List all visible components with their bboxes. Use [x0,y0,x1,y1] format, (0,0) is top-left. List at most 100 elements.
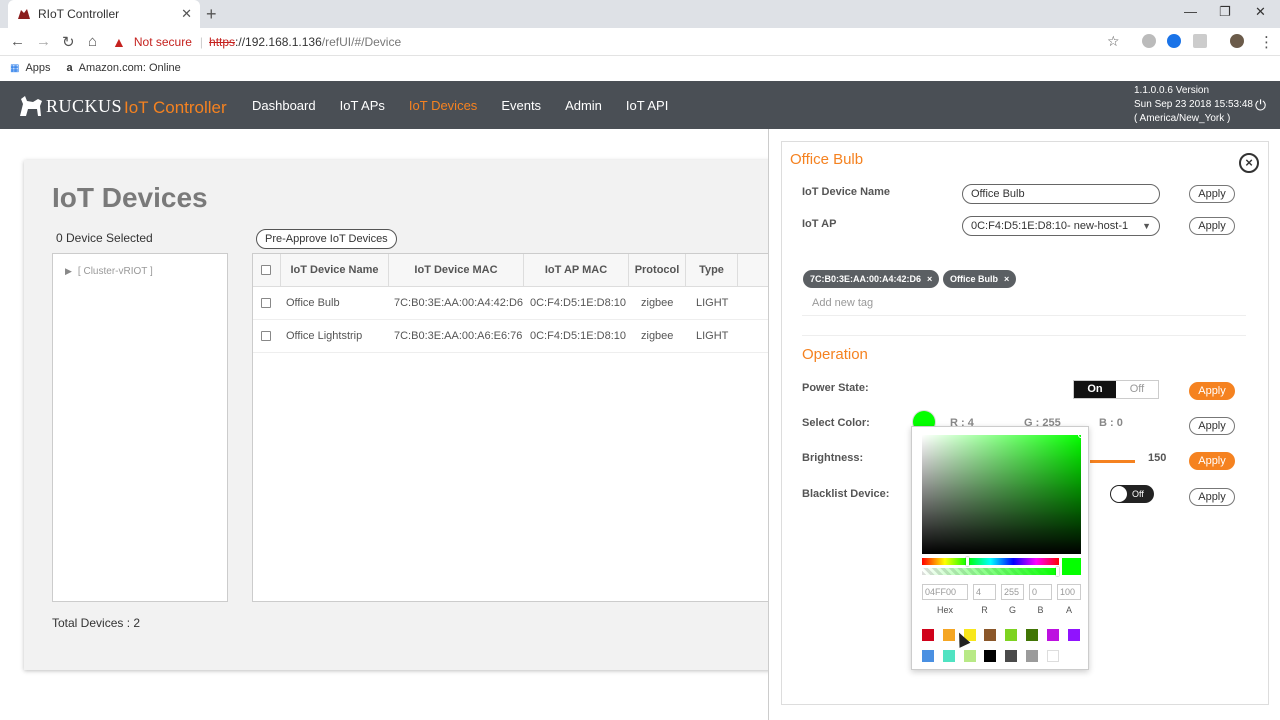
color-swatch[interactable] [984,629,997,641]
power-on-option[interactable]: On [1074,381,1116,398]
hue-slider[interactable] [922,557,1059,566]
reload-icon[interactable]: ↻ [62,33,75,51]
apply-power-button[interactable]: Apply [1189,382,1235,400]
blacklist-toggle[interactable]: Off [1110,485,1154,503]
color-swatch[interactable] [963,650,976,662]
bookmark-amazon[interactable]: a Amazon.com: Online [67,62,181,74]
protocol-cell: zigbee [641,330,674,342]
ruckus-logo[interactable]: RUCKUS [18,94,122,118]
apply-blacklist-button[interactable]: Apply [1189,488,1235,506]
bookmark-apps[interactable]: ▦ Apps [10,62,51,74]
apps-icon: ▦ [10,62,20,74]
hex-label: Hex [936,605,953,615]
alpha-handle[interactable] [1056,567,1059,576]
apply-name-button[interactable]: Apply [1189,185,1235,203]
pre-approve-button[interactable]: Pre-Approve IoT Devices [256,229,397,249]
close-panel-icon[interactable]: × [1239,153,1259,173]
home-icon[interactable]: ⌂ [88,33,97,50]
apply-ap-button[interactable]: Apply [1189,217,1235,235]
color-swatch[interactable] [984,650,997,662]
nav-iot-aps[interactable]: IoT APs [340,98,385,113]
b-input[interactable]: 0 [1029,584,1052,600]
browser-tab[interactable]: RIoT Controller ✕ [8,0,200,28]
extension-icon[interactable] [1142,34,1156,48]
new-tab-button[interactable]: + [206,4,217,25]
select-all-checkbox[interactable] [261,265,271,275]
profile-avatar-icon[interactable] [1230,34,1244,48]
color-swatch[interactable] [1046,650,1059,662]
restore-icon[interactable]: ❐ [1219,4,1231,20]
row-checkbox[interactable] [261,298,271,308]
hex-input[interactable]: 04FF00 [922,584,968,600]
r-input[interactable]: 4 [973,584,996,600]
brightness-slider-track[interactable] [1090,460,1135,463]
address-bar-row: ← → ↻ ⌂ ▲ Not secure | https ://192.168.… [0,28,1280,56]
table-row[interactable]: Office Bulb 7C:B0:3E:AA:00:A4:42:D6 0C:F… [253,287,785,320]
color-swatch[interactable] [942,650,955,662]
iot-ap-label: IoT AP [802,218,837,230]
sv-handle[interactable] [1078,432,1084,438]
bookmark-star-icon[interactable]: ☆ [1107,33,1120,50]
column-header[interactable]: IoT Device MAC [389,254,524,287]
power-toggle[interactable]: On Off [1073,380,1159,399]
color-preview [1062,558,1081,575]
color-swatch[interactable] [1005,650,1018,662]
device-mac-cell: 7C:B0:3E:AA:00:A6:E6:76 [394,330,523,342]
nav-iot-devices[interactable]: IoT Devices [409,98,477,113]
expand-triangle-icon[interactable]: ▶ [65,266,72,277]
tab-close-icon[interactable]: ✕ [181,6,192,22]
brightness-value: 150 [1148,452,1167,464]
column-header[interactable]: Type [686,254,738,287]
window-close-icon[interactable]: ✕ [1255,4,1266,20]
column-header[interactable]: IoT Device Name [281,254,389,287]
alpha-slider[interactable] [922,567,1059,576]
power-off-option[interactable]: Off [1116,381,1158,398]
color-swatch[interactable] [1026,650,1038,662]
nav-iot-api[interactable]: IoT API [626,98,668,113]
color-swatch[interactable] [1005,629,1018,641]
brightness-label: Brightness: [802,452,864,464]
extension-icon[interactable] [1193,34,1207,48]
ap-mac-cell: 0C:F4:D5:1E:D8:10 [530,330,626,342]
divider [802,315,1246,316]
apply-color-button[interactable]: Apply [1189,417,1235,435]
tag-remove-icon[interactable]: × [1004,274,1009,284]
apply-brightness-button[interactable]: Apply [1189,452,1235,470]
device-mac-cell: 7C:B0:3E:AA:00:A4:42:D6 [394,297,524,309]
forward-icon[interactable]: → [36,33,51,50]
color-swatch[interactable] [1046,629,1059,641]
security-label: Not secure [133,35,192,49]
amazon-icon: a [66,62,73,74]
color-picker-popup: 04FF00 4 255 0 100 Hex R G B A [911,426,1089,670]
row-checkbox[interactable] [261,331,271,341]
column-header[interactable]: Protocol [629,254,686,287]
tag-label: 7C:B0:3E:AA:00:A4:42:D6 [810,274,922,284]
a-input[interactable]: 100 [1057,584,1081,600]
nav-events[interactable]: Events [501,98,541,113]
color-swatch[interactable] [922,650,934,662]
tag-remove-icon[interactable]: × [927,274,932,284]
power-state-label: Power State: [802,382,869,394]
hue-handle[interactable] [966,557,969,566]
minimize-icon[interactable]: — [1184,4,1197,19]
color-swatch[interactable] [922,629,934,641]
device-name-input[interactable]: Office Bulb [962,184,1160,204]
url-field[interactable]: ▲ Not secure | https ://192.168.1.136 /r… [112,31,1132,53]
devices-table: IoT Device Name IoT Device MAC IoT AP MA… [252,253,785,602]
table-row[interactable]: Office Lightstrip 7C:B0:3E:AA:00:A6:E6:7… [253,320,785,353]
nav-dashboard[interactable]: Dashboard [252,98,316,113]
color-swatch[interactable] [1026,629,1038,641]
tree-item-cluster[interactable]: ▶ [ Cluster-vRIOT ] [65,266,153,277]
chrome-menu-icon[interactable]: ⋮ [1259,33,1274,51]
back-icon[interactable]: ← [10,33,25,50]
color-swatch[interactable] [1067,629,1080,641]
g-input[interactable]: 255 [1001,584,1024,600]
nav-admin[interactable]: Admin [565,98,602,113]
extension-icon[interactable] [1167,34,1181,48]
saturation-value-area[interactable] [922,432,1084,554]
add-tag-input[interactable]: Add new tag [812,297,873,309]
select-color-label: Select Color: [802,417,870,429]
column-header[interactable]: IoT AP MAC [524,254,629,287]
power-icon[interactable]: ⏻ [1255,97,1266,114]
iot-ap-select[interactable]: 0C:F4:D5:1E:D8:10- new-host-1 ▼ [962,216,1160,236]
